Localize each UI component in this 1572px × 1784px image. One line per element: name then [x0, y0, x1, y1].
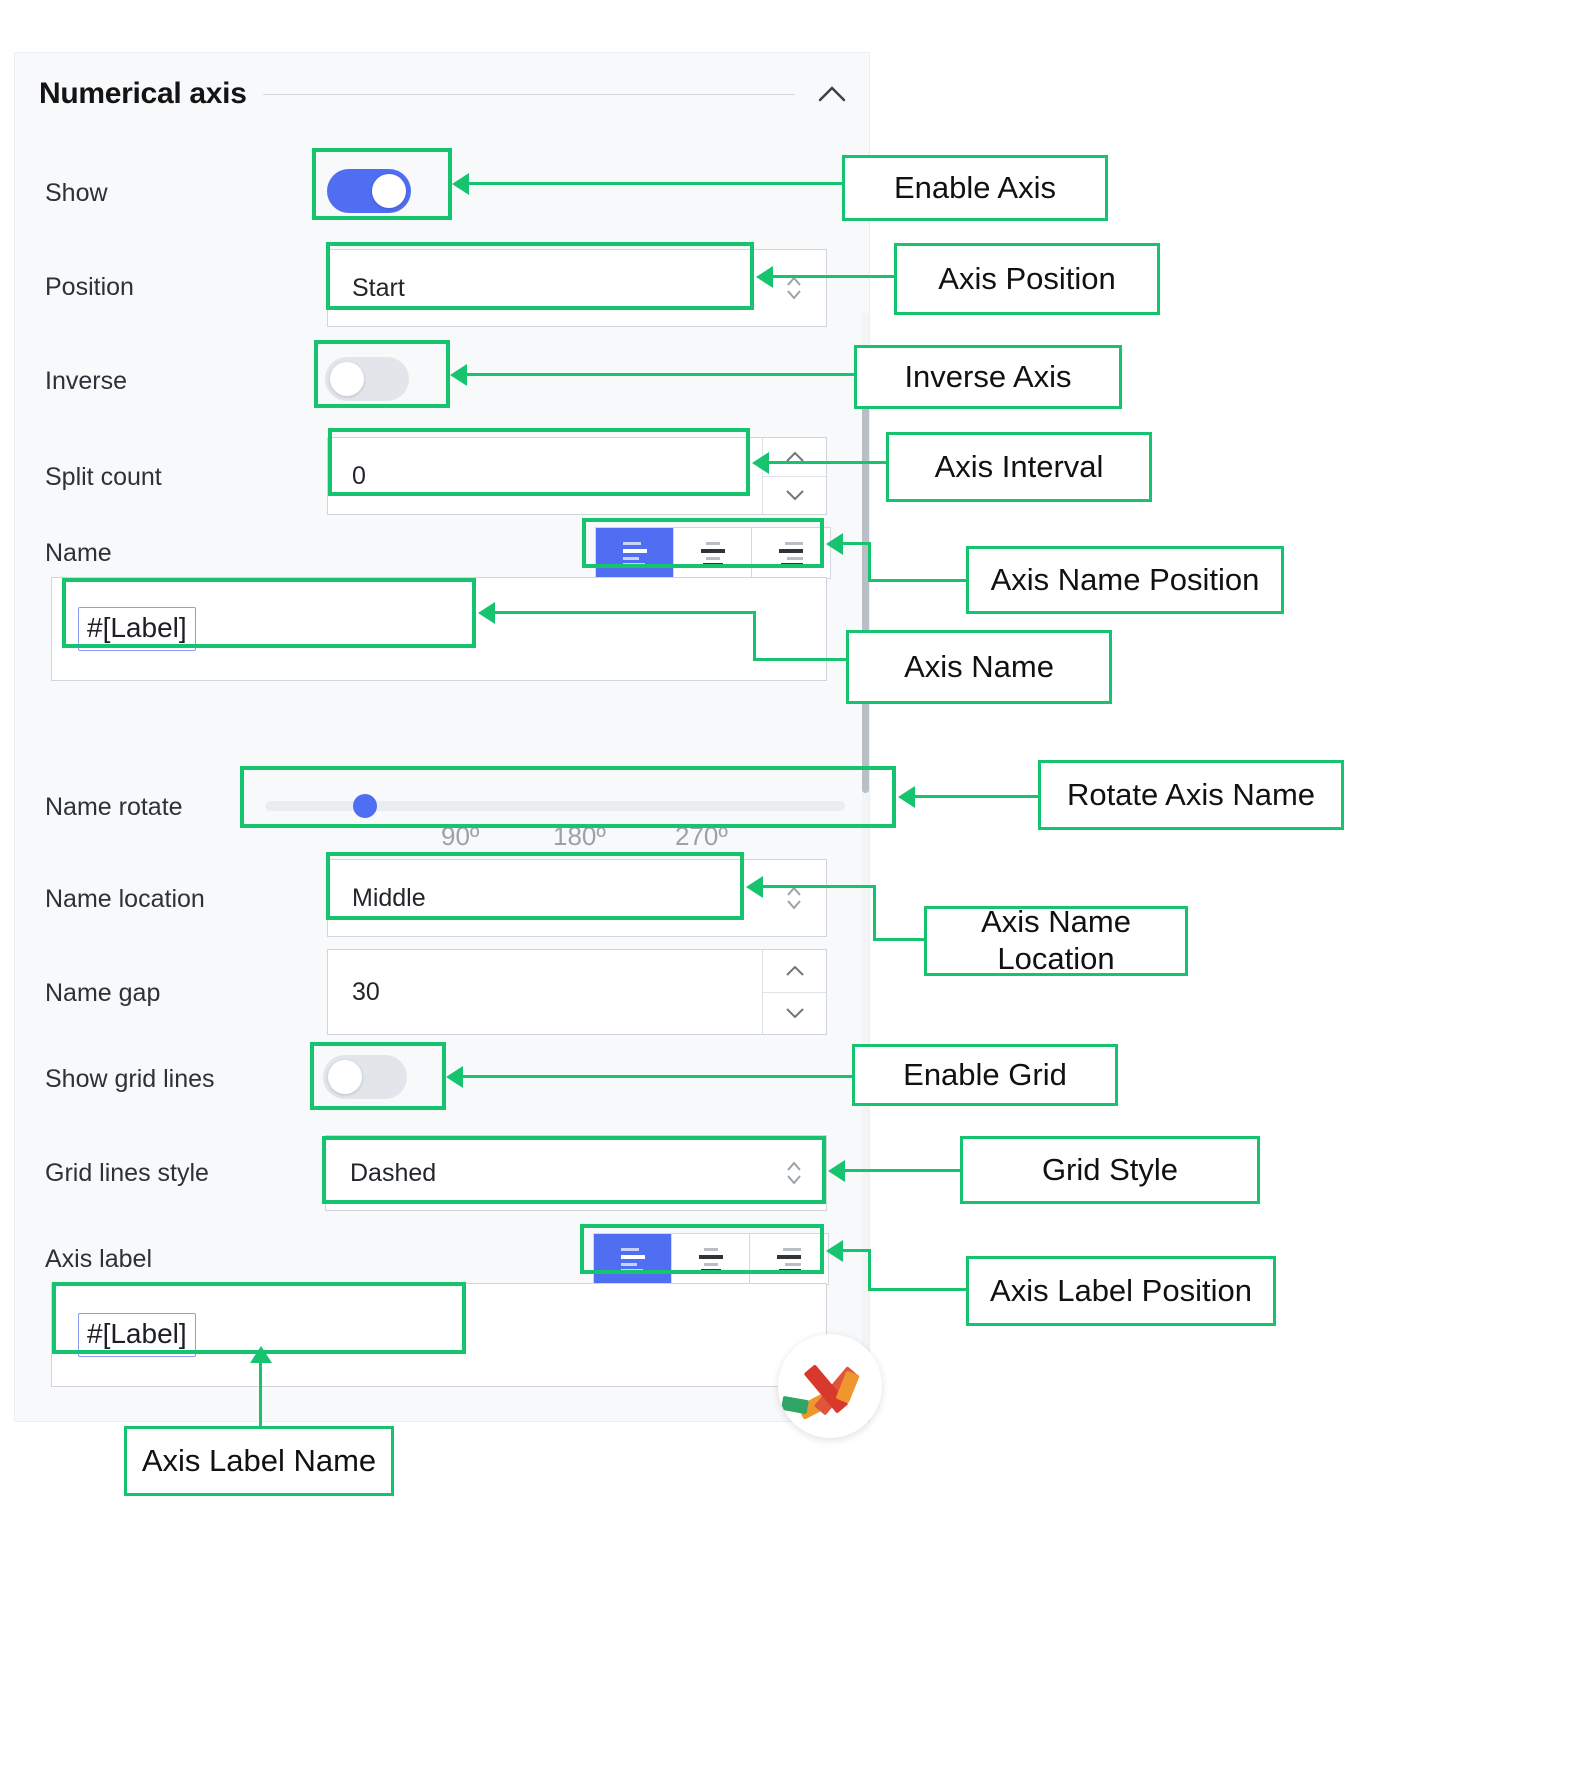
chevron-up-icon[interactable] [815, 77, 849, 111]
row-label-split-count: Split count [45, 463, 162, 491]
callout-axis-name-location: Axis Name Location [924, 904, 1188, 976]
highlight-split-count-field [328, 428, 750, 496]
connector-axis-label-position-h2 [868, 1288, 968, 1291]
highlight-name-rotate-slider [240, 766, 896, 828]
row-label-position: Position [45, 273, 134, 301]
row-label-name: Name [45, 539, 112, 567]
callout-axis-label-name: Axis Label Name [124, 1426, 394, 1496]
callout-enable-grid: Enable Grid [852, 1044, 1118, 1106]
highlight-axis-label-token [52, 1282, 466, 1354]
callout-axis-name: Axis Name [846, 630, 1112, 704]
callout-axis-label-position: Axis Label Position [966, 1256, 1276, 1326]
connector-axis-name-position-h1 [840, 542, 870, 545]
connector-inverse-axis [464, 373, 856, 376]
connector-axis-label-name [259, 1360, 262, 1430]
connector-axis-label-position-h1 [840, 1249, 870, 1252]
connector-axis-name-h1 [492, 611, 756, 614]
highlight-grid-lines-style-field [322, 1136, 826, 1204]
connector-axis-name-h2 [753, 658, 849, 661]
connector-axis-position [770, 275, 896, 278]
connector-axis-name-v [753, 611, 756, 661]
row-label-grid-lines-style: Grid lines style [45, 1159, 209, 1187]
callout-inverse-axis: Inverse Axis [854, 345, 1122, 409]
connector-rotate-axis-name [912, 795, 1040, 798]
split-count-spinner[interactable] [762, 438, 826, 514]
callout-enable-axis: Enable Axis [842, 155, 1108, 221]
callout-axis-name-position: Axis Name Position [966, 546, 1284, 614]
highlight-position-field [326, 242, 754, 310]
screenshot-root: Numerical axis Show Position Start Inver… [0, 0, 1572, 1784]
section-header: Numerical axis [39, 65, 849, 123]
chevron-up-icon[interactable] [763, 950, 826, 992]
highlight-name-align-group [582, 518, 824, 568]
row-name-gap: Name gap 30 [15, 945, 871, 1041]
row-label-show: Show [45, 179, 108, 207]
highlight-name-location-field [326, 852, 744, 920]
chevron-up-icon[interactable] [763, 438, 826, 476]
highlight-axis-label-align-group [580, 1224, 824, 1274]
chevron-down-icon[interactable] [763, 991, 826, 1035]
row-label-axis-label: Axis label [45, 1245, 152, 1273]
row-label-name-gap: Name gap [45, 979, 161, 1007]
chevron-down-icon[interactable] [763, 475, 826, 515]
name-gap-spinner[interactable] [762, 950, 826, 1034]
connector-axis-name-location-v [873, 885, 876, 941]
connector-grid-style [842, 1169, 962, 1172]
stepper-updown-icon[interactable] [762, 860, 826, 936]
brand-logo-icon [778, 1334, 882, 1438]
connector-axis-name-position-v [868, 542, 871, 582]
name-gap-value: 30 [352, 977, 380, 1006]
connector-enable-grid [460, 1075, 854, 1078]
row-label-name-rotate: Name rotate [45, 793, 183, 821]
row-label-name-location: Name location [45, 885, 205, 913]
highlight-inverse-toggle [314, 340, 450, 408]
row-label-inverse: Inverse [45, 367, 127, 395]
connector-axis-interval [766, 461, 888, 464]
connector-axis-name-location-h1 [760, 885, 876, 888]
highlight-show-toggle [312, 148, 452, 220]
connector-axis-label-position-v [868, 1249, 871, 1291]
connector-axis-name-position-h2 [868, 579, 968, 582]
highlight-axis-name-token [62, 578, 476, 648]
callout-axis-interval: Axis Interval [886, 432, 1152, 502]
connector-axis-name-location-h2 [873, 938, 927, 941]
connector-enable-axis [466, 182, 842, 185]
callout-rotate-axis-name: Rotate Axis Name [1038, 760, 1344, 830]
name-gap-input[interactable]: 30 [327, 949, 827, 1035]
highlight-show-grid-lines-toggle [310, 1042, 446, 1110]
callout-grid-style: Grid Style [960, 1136, 1260, 1204]
header-divider [262, 93, 795, 95]
page-title: Numerical axis [39, 77, 247, 110]
callout-axis-position: Axis Position [894, 243, 1160, 315]
stepper-updown-icon[interactable] [762, 250, 826, 326]
row-label-show-grid-lines: Show grid lines [45, 1065, 215, 1093]
